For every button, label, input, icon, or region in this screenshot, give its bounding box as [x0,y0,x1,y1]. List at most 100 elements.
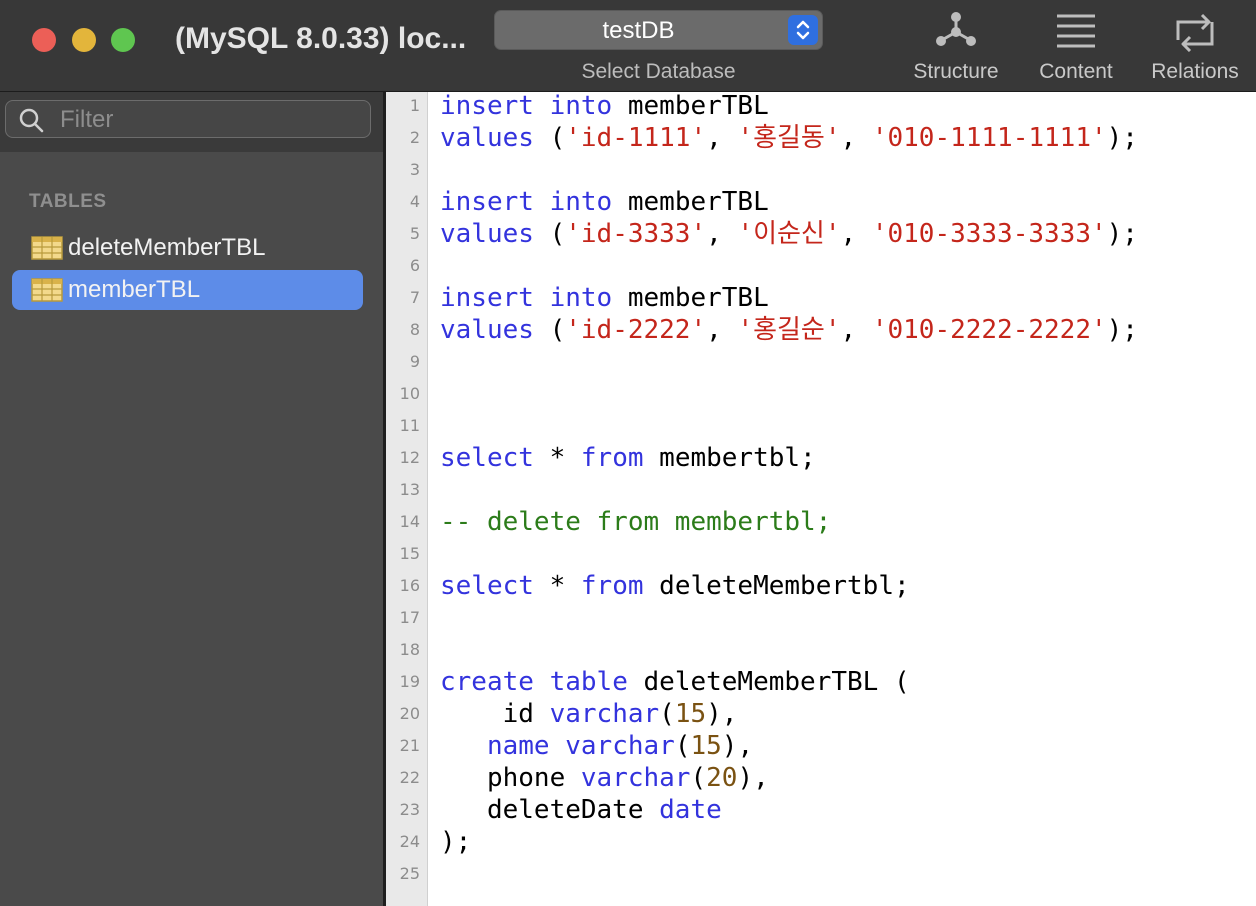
code-line[interactable]: select * from membertbl; [440,442,816,474]
database-select-value: testDB [602,17,675,44]
line-number: 13 [399,480,420,499]
code-token: memberTBL [612,283,769,313]
line-number: 2 [409,128,420,147]
code-token: , [706,123,738,153]
code-token: '홍길동' [737,123,841,153]
zoom-window-button[interactable] [111,28,135,52]
code-line[interactable]: id varchar(15), [440,698,738,730]
line-number: 25 [399,864,420,883]
code-token: ( [690,763,707,793]
content-button[interactable]: Content [1021,8,1131,88]
code-token: create [440,667,534,697]
code-token: ), [737,763,769,793]
code-token: name [486,731,550,761]
query-editor[interactable]: insert into memberTBL values ('id-1111', … [428,92,1256,906]
code-line[interactable]: -- delete from membertbl; [440,506,831,538]
line-number: 20 [399,704,420,723]
code-token: 20 [706,763,738,793]
code-token: phone [440,763,581,793]
code-line[interactable]: deleteDate date [440,794,722,826]
line-number: 11 [399,416,420,435]
code-line[interactable]: insert into memberTBL [440,92,769,122]
structure-label: Structure [913,60,999,83]
code-token: 'id-2222' [565,315,707,345]
code-token: , [706,315,738,345]
sidebar: TABLES deleteMemberTBL memberTBL [0,92,383,906]
code-line[interactable]: values ('id-2222', '홍길순', '010-2222-2222… [440,314,1138,346]
line-number: 12 [399,448,420,467]
code-token: select [440,443,534,473]
filter-input[interactable] [58,105,362,135]
table-icon [31,236,63,260]
chevron-up-down-icon [788,15,818,45]
filter-field[interactable] [5,100,371,138]
code-token: '010-3333-3333' [871,219,1107,249]
code-line[interactable]: values ('id-3333', '이순신', '010-3333-3333… [440,218,1138,250]
code-line[interactable]: select * from deleteMembertbl; [440,570,910,602]
code-token: into [549,283,613,313]
line-number: 4 [409,192,420,211]
code-token: values [440,315,534,345]
code-token: values [440,123,534,153]
relations-label: Relations [1151,60,1239,83]
line-number: 14 [399,512,420,531]
close-window-button[interactable] [32,28,56,52]
relations-button[interactable]: Relations [1140,8,1250,88]
line-number: 1 [409,96,420,115]
code-token: varchar [580,763,691,793]
line-number: 6 [409,256,420,275]
table-item-deletemembertbl[interactable]: deleteMemberTBL [12,228,363,268]
database-select-caption: Select Database [581,60,736,83]
code-token: '010-2222-2222' [871,315,1107,345]
content-label: Content [1039,60,1113,83]
line-number: 8 [409,320,420,339]
line-number: 22 [399,768,420,787]
window-title: (MySQL 8.0.33) loc... [175,22,467,55]
code-token: '이순신' [737,219,841,249]
code-token: 'id-1111' [565,123,707,153]
code-token: ); [440,827,472,857]
code-line[interactable]: ); [440,826,471,858]
content-icon [1057,14,1095,48]
relations-icon [1176,13,1214,52]
code-token: date [659,795,722,825]
code-token: from [580,571,644,601]
code-token: ( [533,123,566,153]
code-line[interactable]: phone varchar(20), [440,762,769,794]
code-line[interactable]: insert into memberTBL [440,282,769,314]
code-token: varchar [565,731,675,761]
code-token: , [840,315,872,345]
code-token: insert [440,92,534,121]
code-line[interactable]: values ('id-1111', '홍길동', '010-1111-1111… [440,122,1138,154]
code-token: select [440,571,534,601]
code-token: deleteMemberTBL ( [627,667,910,697]
code-token: membertbl; [643,443,816,473]
code-line[interactable]: name varchar(15), [440,730,753,762]
code-token: 'id-3333' [565,219,707,249]
code-token: deleteDate [440,795,660,825]
code-token: ); [1106,315,1138,345]
code-token: , [840,219,872,249]
code-token: memberTBL [612,92,769,121]
code-token: into [549,187,613,217]
line-number: 10 [399,384,420,403]
table-item-membertbl[interactable]: memberTBL [12,270,363,310]
line-number: 24 [399,832,420,851]
database-select[interactable]: testDB [494,10,823,50]
code-line[interactable]: insert into memberTBL [440,186,769,218]
toolbar: (MySQL 8.0.33) loc... testDB Select Data… [0,0,1256,92]
code-token: ( [659,699,675,729]
code-line[interactable]: create table deleteMemberTBL ( [440,666,910,698]
table-item-label: memberTBL [68,276,201,303]
line-number: 19 [399,672,420,691]
line-number: 16 [399,576,420,595]
code-token: 15 [674,699,707,729]
structure-button[interactable]: Structure [901,8,1011,88]
code-token: id [440,699,550,729]
line-number: 23 [399,800,420,819]
minimize-window-button[interactable] [72,28,96,52]
